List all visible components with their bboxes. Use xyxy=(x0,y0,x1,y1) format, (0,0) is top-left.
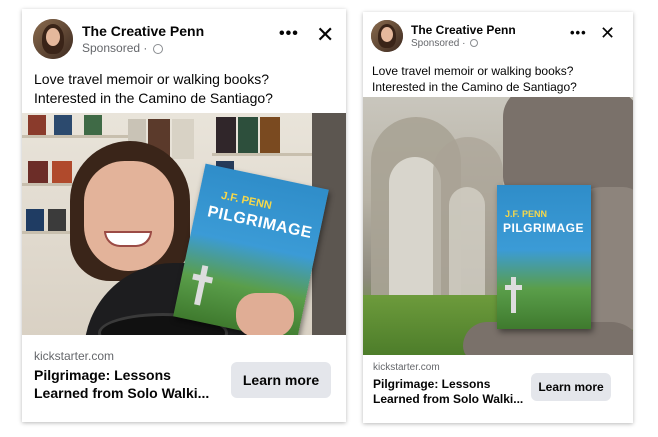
page-avatar[interactable] xyxy=(33,19,73,59)
sponsored-label: Sponsored · xyxy=(411,38,479,49)
close-icon[interactable]: ✕ xyxy=(600,23,615,44)
learn-more-button[interactable]: Learn more xyxy=(231,362,331,398)
link-title-line-2: Learned from Solo Walki... xyxy=(373,392,524,406)
ad-footer[interactable]: kickstarter.com Pilgrimage: Lessons Lear… xyxy=(363,355,633,423)
link-title-line-1: Pilgrimage: Lessons xyxy=(34,367,171,383)
close-icon[interactable]: ✕ xyxy=(316,22,334,48)
learn-more-button[interactable]: Learn more xyxy=(531,373,611,401)
caption-line-1: Love travel memoir or walking books? xyxy=(34,71,269,87)
link-title[interactable]: Pilgrimage: Lessons Learned from Solo Wa… xyxy=(373,377,523,407)
sponsored-text: Sponsored xyxy=(411,38,460,49)
ad-card-2: The Creative Penn Sponsored · ••• ✕ Love… xyxy=(363,12,633,423)
sponsored-label: Sponsored · xyxy=(82,41,163,55)
link-title[interactable]: Pilgrimage: Lessons Learned from Solo Wa… xyxy=(34,367,209,402)
ad-image[interactable]: J.F. PENN PILGRIMAGE xyxy=(363,97,633,355)
sponsored-text: Sponsored xyxy=(82,41,141,55)
more-options-icon[interactable]: ••• xyxy=(570,25,587,40)
page-avatar[interactable] xyxy=(371,20,403,52)
caption-line-2: Interested in the Camino de Santiago? xyxy=(34,89,273,106)
caption-line-2: Interested in the Camino de Santiago? xyxy=(372,80,577,95)
link-title-line-2: Learned from Solo Walki... xyxy=(34,384,210,401)
globe-icon xyxy=(470,39,479,48)
page-name-link[interactable]: The Creative Penn xyxy=(82,23,204,39)
page-name-link[interactable]: The Creative Penn xyxy=(411,23,516,37)
ad-caption: Love travel memoir or walking books? Int… xyxy=(372,63,577,95)
link-title-line-1: Pilgrimage: Lessons xyxy=(373,377,491,391)
ad-image[interactable]: J.F. PENN PILGRIMAGE xyxy=(22,113,346,335)
caption-line-1: Love travel memoir or walking books? xyxy=(372,64,574,78)
ad-card-1: The Creative Penn Sponsored · ••• ✕ Love… xyxy=(22,9,346,422)
link-domain: kickstarter.com xyxy=(34,349,115,363)
link-domain: kickstarter.com xyxy=(373,362,440,373)
book-author: J.F. PENN xyxy=(505,209,548,219)
ad-footer[interactable]: kickstarter.com Pilgrimage: Lessons Lear… xyxy=(22,335,346,422)
globe-icon xyxy=(152,43,163,54)
book-title: PILGRIMAGE xyxy=(503,221,585,235)
more-options-icon[interactable]: ••• xyxy=(279,25,299,43)
ad-caption: Love travel memoir or walking books? Int… xyxy=(34,70,273,108)
book-cover: J.F. PENN PILGRIMAGE xyxy=(497,185,591,329)
